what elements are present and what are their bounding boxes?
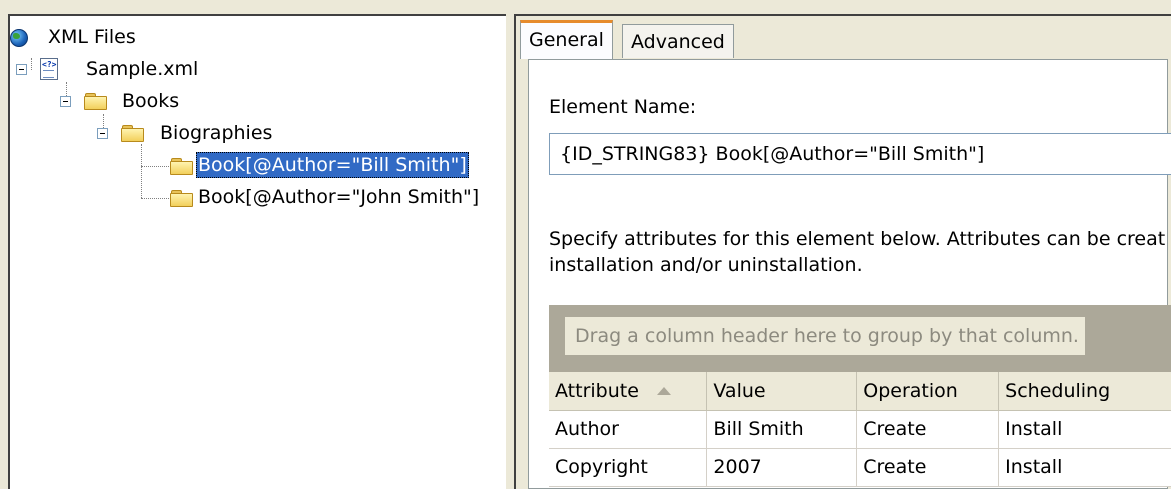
- folder-icon: [170, 158, 193, 175]
- element-name-label: Element Name:: [549, 96, 697, 118]
- cell-scheduling[interactable]: Install: [998, 410, 1171, 449]
- attributes-description: Specify attributes for this element belo…: [549, 226, 1171, 278]
- tree-node-biographies[interactable]: Biographies: [10, 120, 370, 146]
- cell-value[interactable]: Bill Smith: [706, 410, 858, 449]
- tab-general[interactable]: General: [520, 20, 613, 59]
- cell-attribute[interactable]: Author: [549, 410, 708, 449]
- tree-node-label: Biographies: [160, 122, 273, 144]
- column-header-operation[interactable]: Operation: [856, 372, 1000, 411]
- tree-node-label: XML Files: [48, 26, 136, 48]
- globe-icon: [10, 27, 28, 47]
- column-header-label: Attribute: [555, 379, 639, 402]
- tree-node-label: Book[@Author="Bill Smith"]: [196, 152, 469, 178]
- tree-node-book-john-smith[interactable]: Book[@Author="John Smith"]: [10, 184, 500, 210]
- tab-advanced[interactable]: Advanced: [622, 24, 734, 58]
- collapse-icon[interactable]: [97, 128, 108, 139]
- tree-node-books[interactable]: Books: [10, 88, 310, 114]
- properties-pane: General Advanced Element Name: Specify a…: [514, 14, 1171, 489]
- tree-node-sample-xml[interactable]: <?> Sample.xml: [10, 56, 310, 82]
- table-row[interactable]: Copyright 2007 Create Install: [549, 448, 1171, 487]
- tree-node-label: Sample.xml: [86, 58, 199, 80]
- column-header-attribute[interactable]: Attribute: [549, 372, 708, 411]
- cell-scheduling[interactable]: Install: [998, 448, 1171, 487]
- description-line: installation and/or uninstallation.: [549, 254, 863, 276]
- tree-node-label: Book[@Author="John Smith"]: [198, 186, 480, 208]
- cell-operation[interactable]: Create: [856, 448, 1000, 487]
- tree-node-book-bill-smith[interactable]: Book[@Author="Bill Smith"]: [10, 152, 500, 178]
- xml-file-icon: <?>: [40, 58, 58, 80]
- column-header-scheduling[interactable]: Scheduling: [998, 372, 1171, 411]
- cell-value[interactable]: 2007: [706, 448, 858, 487]
- group-by-hint: Drag a column header here to group by th…: [565, 317, 1085, 355]
- table-header-row: Attribute Value Operation Scheduling: [549, 372, 1171, 411]
- tree-node-xml-files[interactable]: XML Files: [10, 24, 310, 50]
- general-tab-panel: Element Name: Specify attributes for thi…: [528, 59, 1171, 489]
- table-row[interactable]: Author Bill Smith Create Install: [549, 410, 1171, 449]
- folder-icon: [84, 93, 107, 110]
- collapse-icon[interactable]: [60, 96, 71, 107]
- folder-icon: [170, 190, 193, 207]
- element-name-field[interactable]: [549, 133, 1171, 175]
- pane-splitter[interactable]: [506, 14, 514, 489]
- group-by-panel[interactable]: Drag a column header here to group by th…: [549, 305, 1171, 372]
- cell-attribute[interactable]: Copyright: [549, 448, 708, 487]
- description-line: Specify attributes for this element belo…: [549, 228, 1166, 250]
- tree-node-label: Books: [122, 90, 180, 112]
- xml-tree-view[interactable]: XML Files <?> Sample.xml Books Biographi…: [8, 14, 506, 489]
- sort-ascending-icon: [656, 387, 671, 396]
- attributes-table: Attribute Value Operation Scheduling Aut…: [549, 372, 1171, 487]
- attributes-grid[interactable]: Drag a column header here to group by th…: [549, 305, 1171, 489]
- collapse-icon[interactable]: [16, 64, 27, 75]
- folder-icon: [121, 125, 144, 142]
- cell-operation[interactable]: Create: [856, 410, 1000, 449]
- column-header-value[interactable]: Value: [706, 372, 858, 411]
